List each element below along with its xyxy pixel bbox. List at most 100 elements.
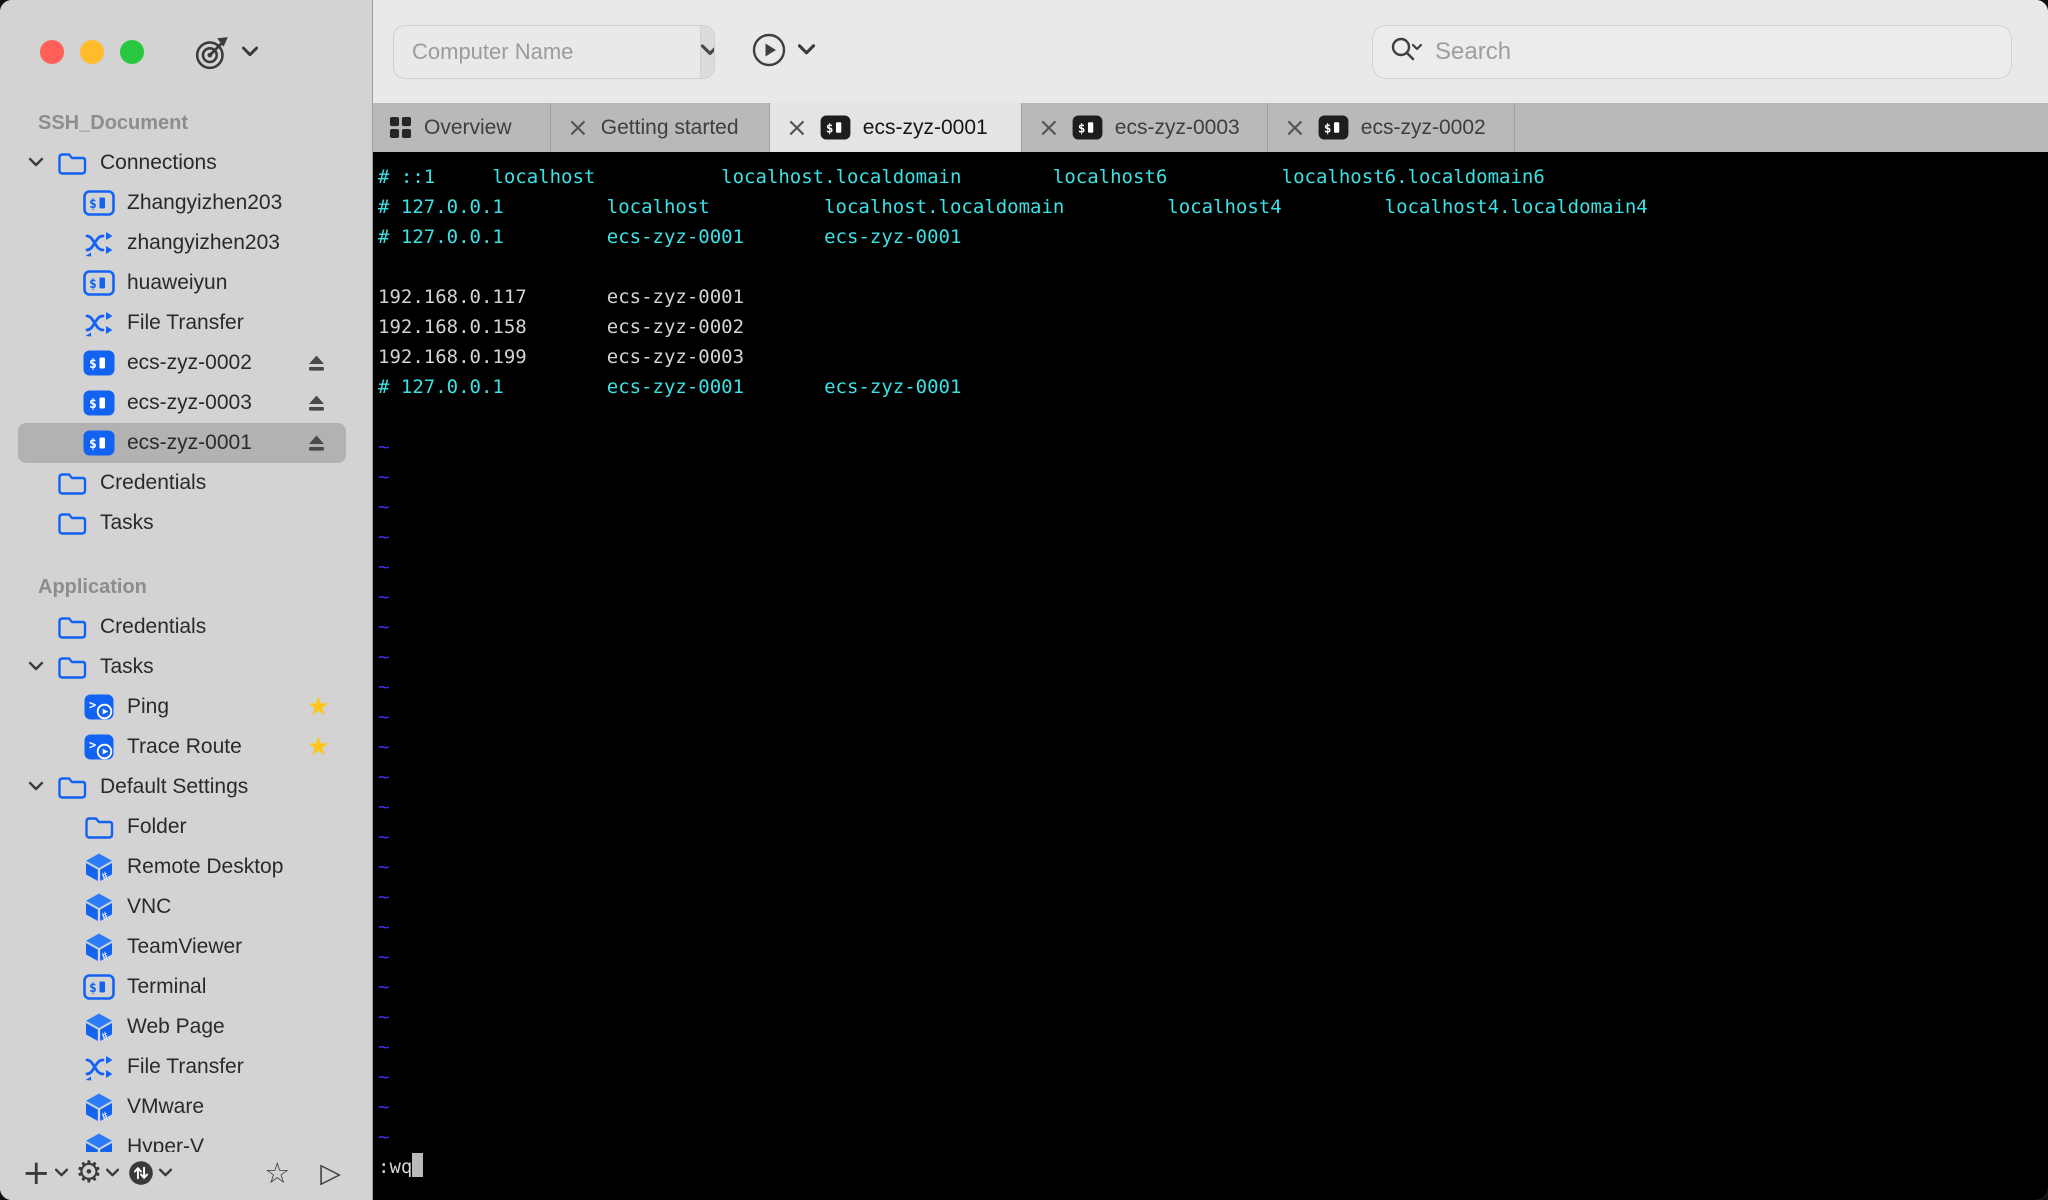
sidebar-item-vnc[interactable]: # VNC <box>18 887 346 927</box>
close-tab-icon[interactable]: × <box>567 115 589 141</box>
disconnect-eject-button[interactable] <box>307 435 326 452</box>
svg-text:$: $ <box>89 437 97 452</box>
vim-tilde-line: ~ <box>378 586 390 608</box>
sidebar-item-label: Tasks <box>100 655 154 678</box>
computer-name-dropdown-button[interactable] <box>700 25 714 78</box>
svg-text:$: $ <box>89 197 97 212</box>
sidebar-item-default-settings[interactable]: Default Settings <box>18 767 346 807</box>
close-tab-icon[interactable]: × <box>786 115 808 141</box>
terminal-line: # 127.0.0.1 localhost localhost.localdom… <box>378 196 1648 218</box>
tab-getting-started[interactable]: × Getting started <box>551 103 770 152</box>
chevron-down-icon[interactable] <box>22 780 56 794</box>
folder-icon <box>56 508 88 538</box>
star-outline-icon: ☆ <box>264 1155 291 1190</box>
file-transfer-icon <box>83 1052 115 1082</box>
chevron-down-icon[interactable] <box>22 156 56 170</box>
chevron-down-icon <box>700 43 714 60</box>
vim-tilde-line: ~ <box>378 886 390 908</box>
folder-icon <box>56 148 88 178</box>
connect-button[interactable]: ▷ <box>320 1160 341 1187</box>
favorites-filter-button[interactable]: ☆ <box>264 1155 291 1190</box>
close-tab-icon[interactable]: × <box>1284 115 1306 141</box>
cube-icon: # <box>83 1132 115 1152</box>
cube-icon: # <box>83 852 115 882</box>
sidebar-item-label: zhangyizhen203 <box>127 231 280 254</box>
tab-label: Overview <box>424 115 512 139</box>
svg-text:>: > <box>89 738 96 752</box>
sidebar-item-label: ecs-zyz-0003 <box>127 391 252 414</box>
sidebar-item-connections[interactable]: Connections <box>18 143 346 183</box>
sidebar-item-label: File Transfer <box>127 1055 244 1078</box>
vim-tilde-line: ~ <box>378 706 390 728</box>
search-field[interactable] <box>1372 24 2012 79</box>
sidebar-item-label: huaweiyun <box>127 271 228 294</box>
sidebar-item-credentials[interactable]: Credentials <box>18 463 346 503</box>
connect-target-button[interactable] <box>194 33 259 74</box>
sidebar-item-file-transfer[interactable]: File Transfer <box>18 1047 346 1087</box>
sidebar-item-credentials[interactable]: Credentials <box>18 607 346 647</box>
zoom-window-button[interactable] <box>120 40 144 64</box>
sidebar-item-huaweiyun[interactable]: $ huaweiyun <box>18 263 346 303</box>
sidebar-item-label: Ping <box>127 695 170 718</box>
sidebar-item-ecs-zyz-0003[interactable]: $ ecs-zyz-0003 <box>18 383 346 423</box>
sidebar-item-ping[interactable]: > Ping ★ <box>18 687 346 727</box>
sidebar-item-zhangyizhen203[interactable]: $ Zhangyizhen203 <box>18 183 346 223</box>
sidebar-item-label: ecs-zyz-0001 <box>127 431 252 454</box>
vim-tilde-line: ~ <box>378 496 390 518</box>
favorite-star-icon[interactable]: ★ <box>307 732 330 762</box>
disconnect-eject-button[interactable] <box>307 355 326 372</box>
terminal-outline-icon: $ <box>83 972 115 1002</box>
chevron-down-icon <box>241 46 259 61</box>
vim-tilde-line: ~ <box>378 1036 390 1058</box>
vim-tilde-line: ~ <box>378 1006 390 1028</box>
sidebar-item-hyper-v[interactable]: # Hyper-V <box>18 1127 346 1152</box>
terminal-filled-icon: $ <box>83 428 115 458</box>
tab-ecs-zyz-0001[interactable]: × $ ecs-zyz-0001 <box>770 103 1022 152</box>
close-tab-icon[interactable]: × <box>1038 115 1060 141</box>
sidebar-item-label: ecs-zyz-0002 <box>127 351 252 374</box>
close-window-button[interactable] <box>40 40 64 64</box>
terminal-dark-icon: $ <box>820 115 851 140</box>
terminal-screen[interactable]: # ::1 localhost localhost.localdomain lo… <box>373 152 2048 1200</box>
target-connect-icon <box>194 33 232 74</box>
computer-name-input[interactable] <box>394 25 700 78</box>
sidebar-item-tasks[interactable]: Tasks <box>18 647 346 687</box>
settings-button[interactable]: ⚙ <box>76 1158 120 1188</box>
search-input[interactable] <box>1435 37 1995 66</box>
tab-ecs-zyz-0003[interactable]: × $ ecs-zyz-0003 <box>1022 103 1268 152</box>
svg-text:>: > <box>89 698 96 712</box>
disconnect-eject-button[interactable] <box>307 395 326 412</box>
sidebar-item-label: Terminal <box>127 975 207 998</box>
sidebar-item-tasks[interactable]: Tasks <box>18 503 346 543</box>
terminal-line: # 127.0.0.1 ecs-zyz-0001 ecs-zyz-0001 <box>378 226 962 248</box>
connect-options-chevron[interactable] <box>797 44 816 59</box>
terminal-line: # 127.0.0.1 ecs-zyz-0001 ecs-zyz-0001 <box>378 376 962 398</box>
sidebar-item-ecs-zyz-0001[interactable]: $ ecs-zyz-0001 <box>18 423 346 463</box>
sidebar-item-terminal[interactable]: $ Terminal <box>18 967 346 1007</box>
sidebar-item-folder[interactable]: Folder <box>18 807 346 847</box>
sidebar-item-zhangyizhen203[interactable]: zhangyizhen203 <box>18 223 346 263</box>
sidebar-item-teamviewer[interactable]: # TeamViewer <box>18 927 346 967</box>
connect-play-button[interactable] <box>752 33 786 70</box>
add-button[interactable]: + <box>22 1156 68 1190</box>
tab-label: Getting started <box>600 115 739 139</box>
sort-button[interactable] <box>127 1159 173 1187</box>
sidebar-item-file-transfer[interactable]: File Transfer <box>18 303 346 343</box>
app-window: SSH_Document Connections $ Zhangyizhen203 zh… <box>0 0 2048 1200</box>
minimize-window-button[interactable] <box>80 40 104 64</box>
computer-name-combobox[interactable] <box>393 24 715 79</box>
sidebar-item-vmware[interactable]: # VMware <box>18 1087 346 1127</box>
sidebar-item-web-page[interactable]: # Web Page <box>18 1007 346 1047</box>
sidebar-item-ecs-zyz-0002[interactable]: $ ecs-zyz-0002 <box>18 343 346 383</box>
vim-tilde-line: ~ <box>378 766 390 788</box>
vim-tilde-line: ~ <box>378 1096 390 1118</box>
tab-ecs-zyz-0002[interactable]: × $ ecs-zyz-0002 <box>1268 103 1515 152</box>
sidebar-item-trace-route[interactable]: > Trace Route ★ <box>18 727 346 767</box>
favorite-star-icon[interactable]: ★ <box>307 692 330 722</box>
sidebar-item-remote-desktop[interactable]: # Remote Desktop <box>18 847 346 887</box>
sidebar-item-label: Web Page <box>127 1015 225 1038</box>
tab-overview[interactable]: Overview <box>373 103 551 152</box>
tab-label: ecs-zyz-0001 <box>862 115 988 139</box>
chevron-down-icon[interactable] <box>22 660 56 674</box>
